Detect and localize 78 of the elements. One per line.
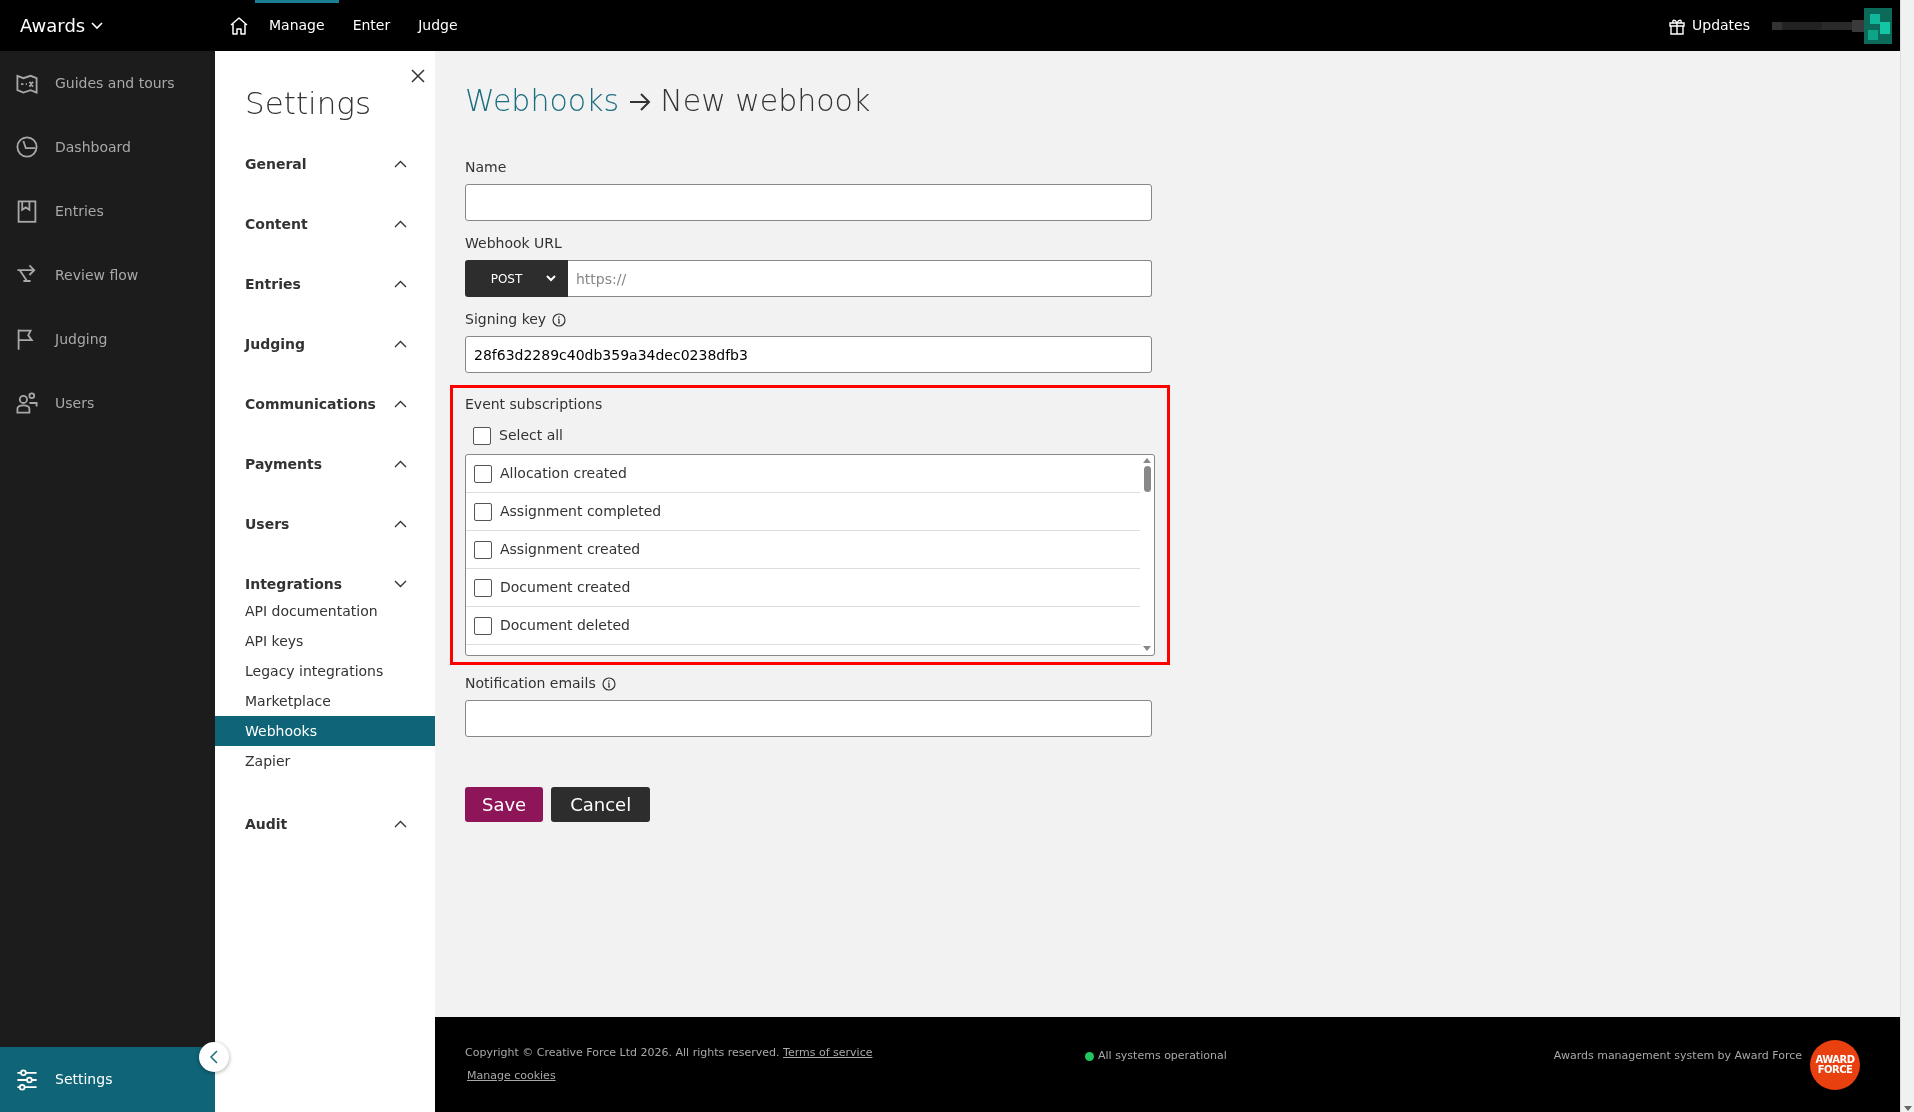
- people-icon: [15, 391, 39, 415]
- cancel-button[interactable]: Cancel: [551, 787, 651, 822]
- event-checkbox[interactable]: Allocation created: [466, 455, 633, 492]
- scroll-down-icon[interactable]: [1143, 646, 1151, 651]
- email-input[interactable]: [465, 700, 1152, 737]
- arrow-right-icon: [628, 92, 651, 112]
- settings-section-toggle[interactable]: Entries: [215, 254, 435, 315]
- info-icon[interactable]: [552, 312, 567, 327]
- event-checkbox[interactable]: Assignment completed: [466, 493, 668, 530]
- url-input[interactable]: https://: [568, 260, 1152, 297]
- select-all-checkbox[interactable]: Select all: [465, 417, 569, 454]
- settings-section-toggle[interactable]: Communications: [215, 374, 435, 435]
- settings-section-toggle[interactable]: General: [215, 134, 435, 195]
- chevron-up-icon: [394, 820, 407, 829]
- chevron-up-icon: [394, 400, 407, 409]
- settings-link[interactable]: Zapier: [215, 746, 435, 777]
- settings-link[interactable]: API documentation: [215, 596, 435, 627]
- sidebar-item[interactable]: Settings: [0, 1047, 215, 1112]
- sidebar-item[interactable]: Guides and tours: [0, 51, 215, 115]
- settings-link[interactable]: Webhooks: [215, 716, 435, 747]
- cookies-link[interactable]: Manage cookies: [467, 1067, 556, 1084]
- chevron-left-icon: [209, 1050, 219, 1064]
- sidebar-item[interactable]: Dashboard: [0, 115, 215, 179]
- chevron-up-icon: [394, 160, 407, 169]
- field-label: Event subscriptions: [465, 395, 603, 414]
- settings-section-toggle[interactable]: Users: [215, 494, 435, 555]
- updates-button[interactable]: Updates: [1662, 14, 1756, 37]
- gauge-icon: [15, 135, 39, 159]
- event-checkbox[interactable]: Assignment created: [466, 531, 647, 568]
- name-input[interactable]: [465, 184, 1152, 221]
- bookmark-icon: [15, 199, 39, 223]
- page-title: New webhook: [660, 83, 871, 118]
- sidebar-item[interactable]: Entries: [0, 179, 215, 243]
- field-label: Webhook URL: [465, 234, 562, 253]
- chevron-up-icon: [394, 220, 407, 229]
- chevron-up-icon: [394, 460, 407, 469]
- chevron-down-icon: [546, 275, 557, 282]
- scroll-down-icon[interactable]: [1903, 1106, 1912, 1112]
- scroll-up-icon[interactable]: [1143, 458, 1151, 463]
- sidebar-item[interactable]: Users: [0, 371, 215, 435]
- chevron-down-icon: [91, 21, 104, 30]
- nav-tab[interactable]: Enter: [338, 0, 405, 51]
- field-label: Name: [465, 158, 507, 177]
- breadcrumb-link[interactable]: Webhooks: [465, 83, 620, 118]
- sliders-icon: [15, 1067, 39, 1092]
- settings-section-toggle[interactable]: Payments: [215, 434, 435, 495]
- home-icon[interactable]: [229, 15, 249, 36]
- chevron-up-icon: [394, 280, 407, 289]
- field-label: Signing key: [465, 310, 547, 329]
- panel-title: Settings: [245, 85, 372, 123]
- settings-section-toggle[interactable]: Audit: [215, 794, 435, 855]
- brand-name[interactable]: Awards: [20, 12, 86, 39]
- save-button[interactable]: Save: [465, 787, 544, 822]
- info-icon[interactable]: [601, 676, 616, 691]
- settings-section-toggle[interactable]: Content: [215, 194, 435, 255]
- sidebar-item[interactable]: Review flow: [0, 243, 215, 307]
- copyright-text: Copyright © Creative Force Ltd 2026. All rights reserved. Terms of service: [465, 1045, 874, 1061]
- settings-link[interactable]: API keys: [215, 626, 435, 657]
- page-scrollbar[interactable]: [1900, 0, 1914, 1112]
- chevron-up-icon: [394, 340, 407, 349]
- settings-link[interactable]: Legacy integrations: [215, 656, 435, 687]
- event-checkbox[interactable]: Document deleted: [466, 607, 636, 644]
- chevron-down-icon: [394, 580, 407, 589]
- blurred-account-icon[interactable]: [1772, 7, 1892, 44]
- nav-tab[interactable]: Judge: [404, 0, 472, 51]
- event-checkbox[interactable]: Document created: [466, 569, 637, 606]
- scroll-thumb[interactable]: [1143, 466, 1151, 492]
- chevron-up-icon: [394, 520, 407, 529]
- signing-key-input[interactable]: 28f63d2289c40db359a34dec0238dfb3: [465, 336, 1152, 373]
- brand-logo[interactable]: AWARD FORCE: [1810, 1039, 1860, 1090]
- sidebar-item[interactable]: Judging: [0, 307, 215, 371]
- terms-link[interactable]: Terms of service: [783, 1046, 873, 1059]
- settings-section-toggle[interactable]: Judging: [215, 314, 435, 375]
- field-label: Notification emails: [465, 674, 596, 693]
- credit-text: Awards management system by Award Force: [1553, 1048, 1802, 1065]
- method-dropdown[interactable]: POST: [465, 260, 568, 297]
- settings-link[interactable]: Marketplace: [215, 686, 435, 717]
- status-text: All systems operational: [1098, 1048, 1227, 1065]
